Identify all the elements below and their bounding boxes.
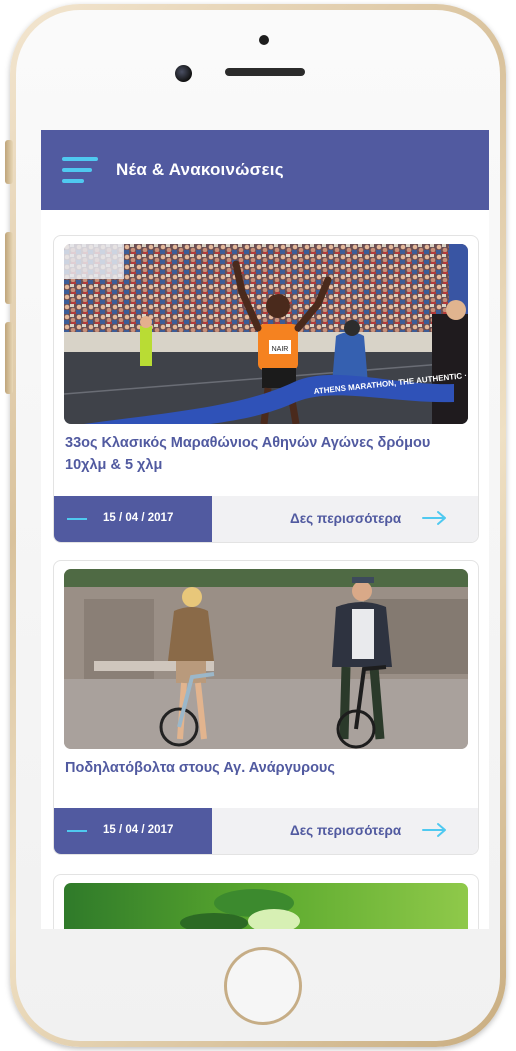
arrow-right-icon[interactable] [422, 822, 448, 838]
speaker-grille [225, 68, 305, 76]
phone-side-button [5, 322, 13, 394]
front-camera-icon [175, 65, 192, 82]
news-image-green [64, 883, 468, 929]
menu-icon[interactable] [62, 157, 98, 183]
phone-side-button [5, 232, 13, 304]
date-badge: 15 / 04 / 2017 [54, 496, 212, 542]
news-image-marathon: NAIR ATHENS MARATHON, THE AUTHENTIC · ΜΑ… [64, 244, 468, 424]
phone-side-button [5, 140, 13, 184]
runner-bib: NAIR [272, 346, 289, 353]
read-more-link[interactable]: Δες περισσότερα [290, 511, 401, 526]
read-more-link[interactable]: Δες περισσότερα [290, 823, 401, 838]
page-title: Νέα & Ανακοινώσεις [116, 160, 284, 179]
sensor-icon [259, 35, 269, 45]
news-card[interactable] [53, 874, 479, 929]
news-date: 15 / 04 / 2017 [103, 512, 174, 524]
home-button[interactable] [224, 947, 302, 1025]
news-image-bike-ride [64, 569, 468, 749]
card-footer: 15 / 04 / 2017 Δες περισσότερα [54, 808, 478, 854]
date-dash [67, 830, 87, 832]
news-title[interactable]: 33ος Κλασικός Μαραθώνιος Αθηνών Αγώνες δ… [65, 432, 465, 476]
date-badge: 15 / 04 / 2017 [54, 808, 212, 854]
news-title[interactable]: Ποδηλατόβολτα στους Αγ. Ανάργυρους [65, 757, 465, 779]
news-card[interactable]: NAIR ATHENS MARATHON, THE AUTHENTIC · ΜΑ… [53, 235, 479, 543]
card-footer: 15 / 04 / 2017 Δες περισσότερα [54, 496, 478, 542]
date-dash [67, 518, 87, 520]
news-card[interactable]: Ποδηλατόβολτα στους Αγ. Ανάργυρους 15 / … [53, 560, 479, 855]
arrow-right-icon[interactable] [422, 510, 448, 526]
news-date: 15 / 04 / 2017 [103, 824, 174, 836]
app-screen: Νέα & Ανακοινώσεις NAIR 33ος Κλασικός Μα… [41, 130, 489, 929]
app-bar: Νέα & Ανακοινώσεις [41, 130, 489, 210]
